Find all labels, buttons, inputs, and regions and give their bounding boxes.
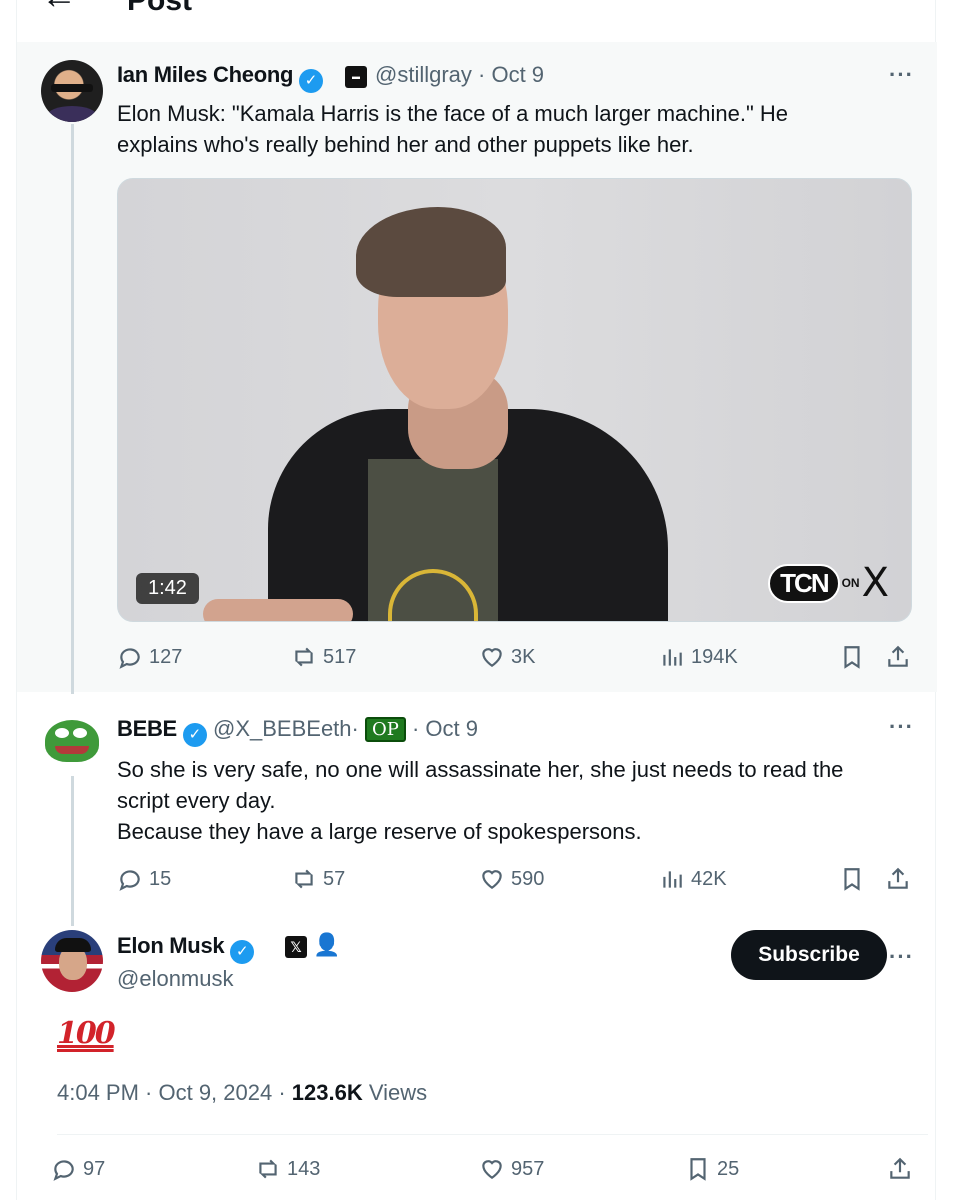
views-button[interactable]: 42K xyxy=(659,866,727,892)
author-handle[interactable]: @X_BEBEeth· xyxy=(213,716,359,741)
post-date[interactable]: · Oct 9 xyxy=(478,62,544,87)
op-badge: OP xyxy=(364,717,406,742)
video-player[interactable]: 1:42 TCN ON X xyxy=(117,178,912,622)
page-title: Post xyxy=(127,0,193,17)
reply-icon xyxy=(119,870,140,891)
share-button[interactable] xyxy=(885,866,911,892)
reply-icon xyxy=(119,648,140,669)
analytics-icon xyxy=(663,649,682,666)
verified-badge-icon: ✓ xyxy=(298,69,323,93)
avatar[interactable] xyxy=(41,60,103,122)
subscriber-icon: 👤 xyxy=(313,932,341,957)
reply-icon xyxy=(53,1160,74,1181)
share-icon xyxy=(890,1157,910,1179)
bookmark-button[interactable] xyxy=(839,866,865,892)
post-text: Elon Musk: "Kamala Harris is the face of… xyxy=(117,101,788,157)
thread-line xyxy=(71,776,74,926)
post-actions: 15 57 590 42K xyxy=(117,866,917,898)
share-icon xyxy=(888,867,908,889)
bookmark-button[interactable] xyxy=(839,644,865,670)
video-duration: 1:42 xyxy=(136,573,199,604)
affiliate-badge-icon[interactable]: ▬ xyxy=(345,66,367,88)
author-handle[interactable]: @stillgray xyxy=(375,62,472,87)
hundred-points-emoji: 100 xyxy=(57,1016,116,1051)
post-actions: 127 517 3K 194K xyxy=(117,644,917,676)
reply-button[interactable]: 127 xyxy=(117,644,182,670)
divider xyxy=(57,1134,928,1135)
share-button[interactable] xyxy=(885,644,911,670)
author-name[interactable]: BEBE xyxy=(117,716,177,741)
like-button[interactable]: 957 xyxy=(479,1156,544,1182)
bookmark-icon xyxy=(844,868,860,891)
x-affiliate-icon[interactable]: 𝕏 xyxy=(285,936,307,958)
heart-icon xyxy=(482,870,502,889)
post-timestamp: 4:04 PM · Oct 9, 2024 · 123.6K Views xyxy=(57,1080,428,1105)
share-button[interactable] xyxy=(887,1156,913,1182)
arrow-left-icon[interactable]: ← xyxy=(41,0,77,14)
like-button[interactable]: 590 xyxy=(479,866,544,892)
heart-icon xyxy=(482,1160,502,1179)
reply-button[interactable]: 15 xyxy=(117,866,171,892)
author-handle[interactable]: @elonmusk xyxy=(117,966,234,992)
post-text: So she is very safe, no one will assassi… xyxy=(117,757,844,844)
repost-button[interactable]: 143 xyxy=(255,1156,320,1182)
analytics-icon xyxy=(663,871,682,888)
bookmark-icon xyxy=(690,1158,706,1181)
post-date[interactable]: · Oct 9 xyxy=(412,716,478,741)
reply-button[interactable]: 97 xyxy=(51,1156,105,1182)
post-detail-page: ← Post Ian Miles Cheong ✓ ▬ @stillgray ·… xyxy=(16,0,937,1200)
heart-icon xyxy=(482,648,502,667)
like-button[interactable]: 3K xyxy=(479,644,535,670)
thread-line xyxy=(71,124,74,694)
avatar[interactable] xyxy=(41,930,103,992)
views-button[interactable]: 194K xyxy=(659,644,738,670)
author-name[interactable]: Elon Musk xyxy=(117,933,225,958)
subscribe-button[interactable]: Subscribe xyxy=(731,930,887,980)
avatar[interactable] xyxy=(41,710,103,772)
more-options-icon[interactable]: ··· xyxy=(889,62,914,88)
repost-button[interactable]: 517 xyxy=(291,644,356,670)
top-bar: ← Post xyxy=(17,0,937,42)
repost-icon xyxy=(295,869,313,889)
bookmark-icon xyxy=(844,646,860,669)
verified-badge-icon: ✓ xyxy=(230,940,255,964)
verified-badge-icon: ✓ xyxy=(182,723,207,747)
repost-button[interactable]: 57 xyxy=(291,866,345,892)
repost-icon xyxy=(259,1159,277,1179)
post-actions: 97 143 957 25 xyxy=(51,1156,911,1188)
more-options-icon[interactable]: ··· xyxy=(889,714,914,740)
repost-icon xyxy=(295,647,313,667)
author-name[interactable]: Ian Miles Cheong xyxy=(117,62,293,87)
bookmark-button[interactable]: 25 xyxy=(685,1156,739,1182)
more-options-icon[interactable]: ··· xyxy=(889,944,914,970)
tcn-watermark: TCN ON X xyxy=(768,563,889,603)
share-icon xyxy=(888,645,908,667)
